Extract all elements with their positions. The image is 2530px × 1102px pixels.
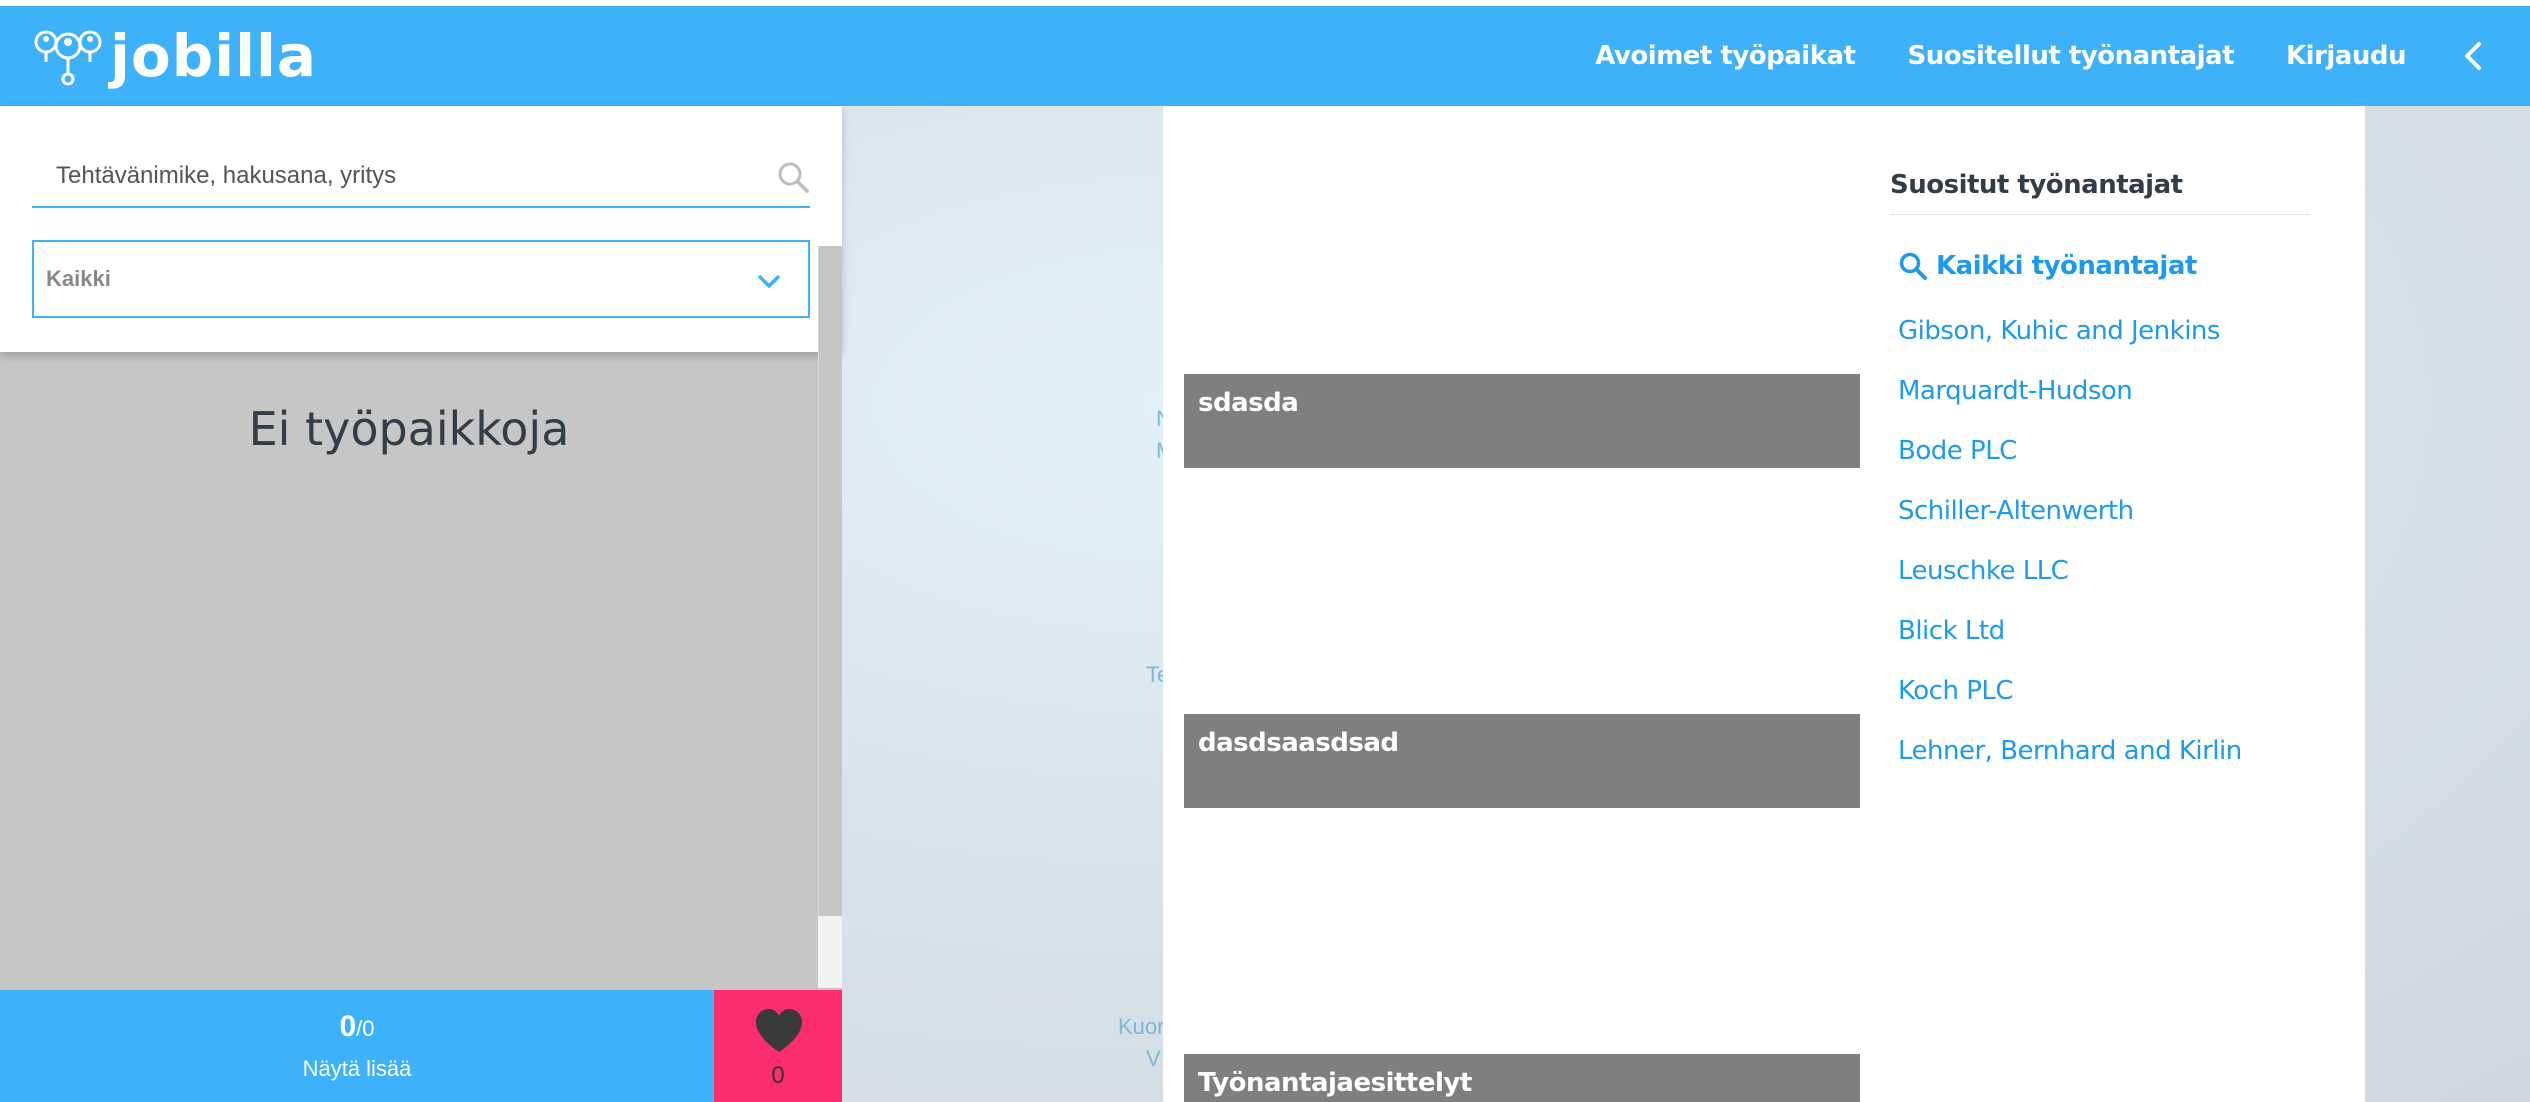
employer-link[interactable]: Lehner, Bernhard and Kirlin [1898,736,2242,766]
select-value: Kaikki [46,266,111,291]
employer-link[interactable]: Marquardt-Hudson [1898,376,2133,406]
all-employers-link[interactable]: Kaikki työnantajat [1890,251,2310,281]
favorites-count: 0 [771,1062,785,1089]
list-item: Gibson, Kuhic and Jenkins [1890,301,2310,361]
show-more-label: Näytä lisää [302,1056,412,1081]
employer-link[interactable]: Schiller-Altenwerth [1898,496,2134,526]
employer-link[interactable]: Bode PLC [1898,436,2017,466]
search-field [32,146,810,208]
empty-results-message: Ei työpaikkoja [248,402,570,456]
result-count: 0/0 [0,1010,714,1044]
employer-list: Gibson, Kuhic and Jenkins Marquardt-Huds… [1890,301,2310,781]
show-more-button[interactable]: 0/0 Näytä lisää [0,990,714,1102]
chevron-down-icon [758,275,780,288]
favorites-button[interactable]: 0 [714,990,842,1102]
content-banner[interactable]: Työnantajaesittelyt [1184,1054,1860,1102]
map-label: V [1146,1046,1161,1071]
jobilla-logo-icon [34,30,102,86]
employer-link[interactable]: Leuschke LLC [1898,556,2069,586]
search-icon [1899,252,1927,280]
job-search-panel: Kaikki Ei työpaikkoja [0,106,842,1102]
shown-count: 0 [339,1010,357,1043]
scrollbar-thumb[interactable] [818,916,842,988]
main-nav: Avoimet työpaikat Suositellut työnantaja… [1595,6,2406,106]
employer-link[interactable]: Gibson, Kuhic and Jenkins [1898,316,2220,346]
list-item: Bode PLC [1890,421,2310,481]
employer-link[interactable]: Koch PLC [1898,676,2014,706]
logo-text: jobilla [110,22,318,90]
content-banner[interactable]: dasdsaasdsad [1184,714,1860,808]
list-item: Marquardt-Hudson [1890,361,2310,421]
nav-open-jobs[interactable]: Avoimet työpaikat [1595,41,1856,71]
scrollbar-track[interactable] [818,246,842,990]
list-item: Koch PLC [1890,661,2310,721]
all-employers-label: Kaikki työnantajat [1936,251,2197,281]
map-label: Kuor [1118,1014,1165,1039]
location-select[interactable]: Kaikki [32,240,810,318]
popular-employers-title: Suositut työnantajat [1890,170,2310,215]
nav-login[interactable]: Kirjaudu [2286,41,2406,71]
top-navigation-bar: jobilla Avoimet työpaikat Suositellut ty… [0,6,2530,106]
list-item: Leuschke LLC [1890,541,2310,601]
employer-link[interactable]: Blick Ltd [1898,616,2005,646]
search-input[interactable] [32,146,732,206]
content-banner[interactable]: sdasda [1184,374,1860,468]
chevron-left-icon[interactable] [2456,38,2492,74]
search-card: Kaikki [0,106,842,352]
list-item: Blick Ltd [1890,601,2310,661]
search-icon[interactable] [776,160,810,194]
total-count: /0 [356,1016,375,1041]
logo[interactable]: jobilla [32,24,317,88]
heart-icon [756,1009,802,1052]
popular-employers: Suositut työnantajat Kaikki työnantajat … [1890,170,2310,781]
nav-recommended-employers[interactable]: Suositellut työnantajat [1907,41,2234,71]
main-content: sdasda dasdsaasdsad Työnantajaesittelyt … [1163,106,2365,1102]
list-item: Schiller-Altenwerth [1890,481,2310,541]
list-item: Lehner, Bernhard and Kirlin [1890,721,2310,781]
